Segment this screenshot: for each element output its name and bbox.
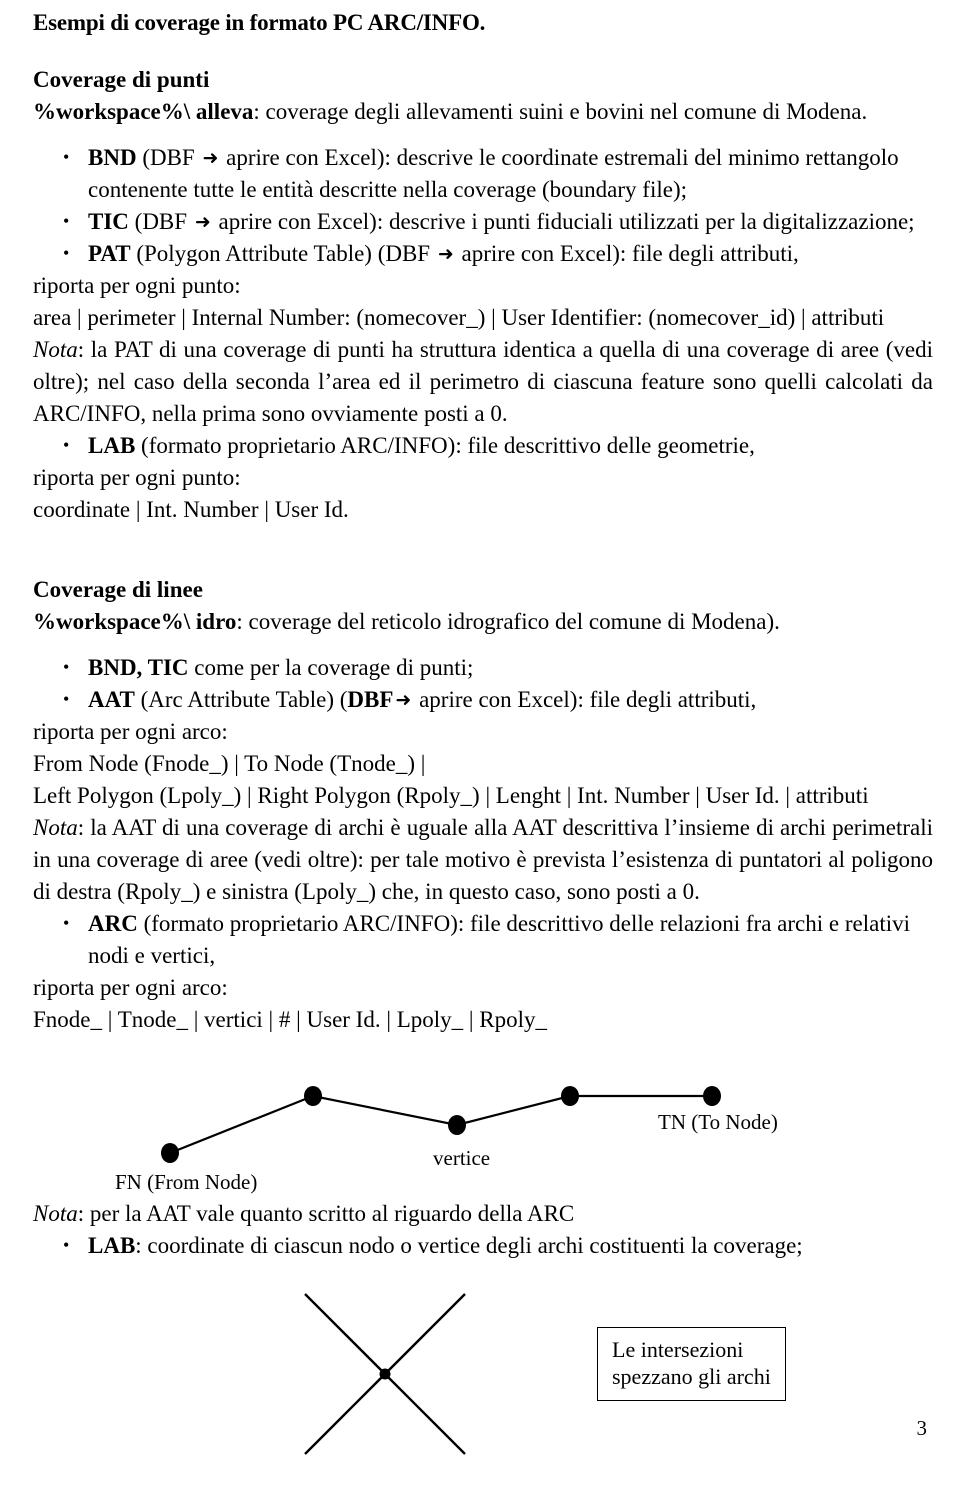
- arc-nota-text: : per la AAT vale quanto scritto al rigu…: [77, 1201, 575, 1226]
- bullet-lab-points: LAB (formato proprietario ARC/INFO): fil…: [33, 429, 933, 462]
- bullet-pat: PAT (Polygon Attribute Table) (DBF ➜ apr…: [33, 237, 933, 270]
- workspace-alleva-label: %workspace%\ alleva: [33, 99, 254, 124]
- lines-lab-bullet-list: LAB: coordinate di ciascun nodo o vertic…: [33, 1229, 933, 1262]
- arrow-icon: ➜: [194, 211, 211, 233]
- node-from: [161, 1143, 179, 1163]
- bullet-bnd-tic-text: come per la coverage di punti;: [188, 655, 474, 680]
- bullet-bnd-pre: (DBF: [136, 145, 201, 170]
- intersection-diagram: Le intersezioni spezzano gli archi: [285, 1282, 905, 1492]
- section-heading-lines: Coverage di linee: [33, 577, 203, 602]
- bullet-aat-text-1: (Arc Attribute Table) (: [134, 687, 348, 712]
- pat-nota-text: : la PAT di una coverage di punti ha str…: [33, 337, 933, 426]
- bullet-aat: AAT (Arc Attribute Table) (DBF➜ aprire c…: [33, 683, 933, 716]
- arc-node-diagram: FN (From Node) vertice TN (To Node): [85, 1048, 885, 1198]
- arrow-icon: ➜: [202, 147, 219, 169]
- node-vertex-2: [448, 1115, 466, 1135]
- bullet-tic-post: aprire con Excel): descrive i punti fidu…: [212, 209, 915, 234]
- pat-fields-line: area | perimeter | Internal Number: (nom…: [33, 305, 885, 330]
- bullet-lab-lines: LAB: coordinate di ciascun nodo o vertic…: [33, 1229, 933, 1262]
- arc-nota-paragraph: Nota: per la AAT vale quanto scritto al …: [33, 1198, 933, 1230]
- bullet-tic-label: TIC: [88, 209, 129, 234]
- label-vertice: vertice: [433, 1146, 491, 1170]
- pat-riporta-line: riporta per ogni punto:: [33, 273, 241, 298]
- node-vertex-1: [304, 1086, 322, 1106]
- aat-riporta-line: riporta per ogni arco:: [33, 719, 228, 744]
- intersection-node: [379, 1368, 391, 1380]
- pat-nota-paragraph: Nota: la PAT di una coverage di punti ha…: [33, 334, 933, 430]
- workspace-idro-desc: : coverage del reticolo idrografico del …: [236, 609, 780, 634]
- bullet-arc-label: ARC: [88, 911, 138, 936]
- lines-bullet-list: BND, TIC come per la coverage di punti; …: [33, 651, 933, 716]
- arc-nota-label: Nota: [33, 1201, 78, 1226]
- workspace-idro-label: %workspace%\ idro: [33, 609, 237, 634]
- workspace-idro-line: %workspace%\ idro: coverage del reticolo…: [33, 606, 933, 638]
- pat-nota-label: Nota: [33, 337, 78, 362]
- node-to: [703, 1086, 721, 1106]
- document-body: Esempi di coverage in formato PC ARC/INF…: [33, 8, 933, 1492]
- bullet-aat-text-2: aprire con Excel): file degli attributi,: [413, 687, 757, 712]
- bullet-tic-pre: (DBF: [128, 209, 193, 234]
- bullet-pat-label: PAT: [88, 241, 131, 266]
- document-page: Esempi di coverage in formato PC ARC/INF…: [0, 0, 960, 1455]
- bullet-pat-pre: (Polygon Attribute Table) (DBF: [130, 241, 436, 266]
- bullet-bnd-label: BND: [88, 145, 137, 170]
- bullet-tic: TIC (DBF ➜ aprire con Excel): descrive i…: [33, 205, 933, 238]
- workspace-alleva-desc: : coverage degli allevamenti suini e bov…: [253, 99, 868, 124]
- arc-riporta-line: riporta per ogni arco:: [33, 975, 228, 1000]
- aat-nota-label: Nota: [33, 815, 78, 840]
- aat-nota-text: : la AAT di una coverage di archi è ugua…: [33, 815, 933, 904]
- points-bullet-list: BND (DBF ➜ aprire con Excel): descrive l…: [33, 141, 933, 270]
- section-heading-points: Coverage di punti: [33, 67, 210, 92]
- bullet-aat-label: AAT: [88, 687, 135, 712]
- intersection-diagram-svg: [304, 1293, 466, 1455]
- intersection-callout-box: Le intersezioni spezzano gli archi: [597, 1327, 786, 1401]
- arc-polyline: [169, 1094, 712, 1155]
- node-vertex-3: [561, 1086, 579, 1106]
- bullet-lab-points-label: LAB: [88, 433, 136, 458]
- lab-fields-line: coordinate | Int. Number | User Id.: [33, 497, 349, 522]
- callout-line-2: spezzano gli archi: [612, 1364, 771, 1389]
- bullet-pat-post: aprire con Excel): file degli attributi,: [455, 241, 799, 266]
- bullet-aat-dbf: DBF: [347, 687, 394, 712]
- bullet-bnd: BND (DBF ➜ aprire con Excel): descrive l…: [33, 141, 933, 206]
- arc-bullet-list: ARC (formato proprietario ARC/INFO): fil…: [33, 907, 933, 972]
- arc-fields-line: Fnode_ | Tnode_ | vertici | # | User Id.…: [33, 1007, 547, 1032]
- label-to-node: TN (To Node): [658, 1110, 778, 1134]
- lab-riporta-line: riporta per ogni punto:: [33, 465, 241, 490]
- label-from-node: FN (From Node): [115, 1170, 258, 1194]
- bullet-arc: ARC (formato proprietario ARC/INFO): fil…: [33, 907, 933, 972]
- bullet-bnd-tic-label: BND, TIC: [88, 655, 189, 680]
- aat-fields-line-2: Left Polygon (Lpoly_) | Right Polygon (R…: [33, 783, 869, 808]
- page-number: 3: [916, 1416, 928, 1440]
- bullet-lab-lines-label: LAB: [88, 1233, 136, 1258]
- bullet-lab-points-text: (formato proprietario ARC/INFO): file de…: [135, 433, 755, 458]
- page-title: Esempi di coverage in formato PC ARC/INF…: [33, 10, 486, 35]
- workspace-alleva-line: %workspace%\ alleva: coverage degli alle…: [33, 96, 933, 128]
- aat-nota-paragraph: Nota: la AAT di una coverage di archi è …: [33, 812, 933, 908]
- arrow-icon: ➜: [437, 243, 454, 265]
- callout-line-1: Le intersezioni: [612, 1337, 744, 1362]
- arrow-icon: ➜: [395, 689, 412, 711]
- bullet-lab-lines-text: : coordinate di ciascun nodo o vertice d…: [135, 1233, 803, 1258]
- points-lab-bullet-list: LAB (formato proprietario ARC/INFO): fil…: [33, 429, 933, 462]
- bullet-bnd-tic: BND, TIC come per la coverage di punti;: [33, 651, 933, 684]
- bullet-arc-text: (formato proprietario ARC/INFO): file de…: [88, 911, 910, 968]
- aat-fields-line-1: From Node (Fnode_) | To Node (Tnode_) |: [33, 751, 426, 776]
